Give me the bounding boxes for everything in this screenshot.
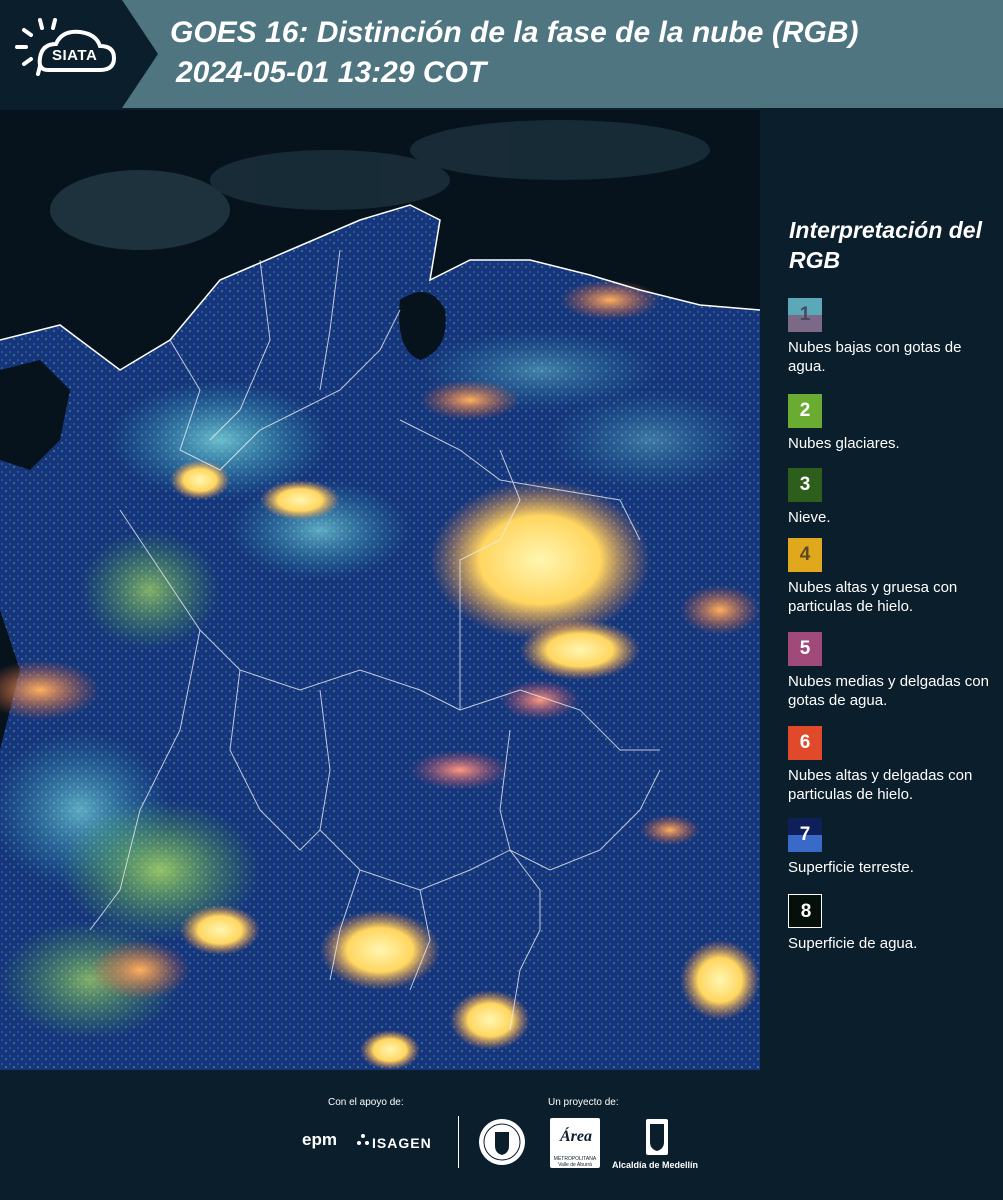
isagen-logo[interactable]: ISAGEN [372, 1135, 432, 1151]
legend-swatch-7: 7 [788, 818, 822, 852]
rgb-composite-image [0, 110, 760, 1070]
legend-item-1: 1 Nubes bajas con gotas de agua. [788, 298, 998, 376]
area-logo-subtext: METROPOLITANA Valle de Aburrá [553, 1156, 597, 1168]
footer-divider [458, 1116, 459, 1168]
legend-number: 8 [800, 901, 812, 922]
legend-swatch-3: 3 [788, 468, 822, 502]
legend-swatch-5: 5 [788, 632, 822, 666]
legend-swatch-6: 6 [788, 726, 822, 760]
legend-item-5: 5 Nubes medias y delgadas con gotas de a… [788, 632, 998, 710]
legend-item-4: 4 Nubes altas y gruesa con particulas de… [788, 538, 998, 616]
footer: Con el apoyo de: Un proyecto de: epm ISA… [0, 1070, 1003, 1200]
siata-logo[interactable]: SIATA [0, 0, 158, 108]
satellite-map[interactable] [0, 110, 760, 1070]
legend-swatch-1: 1 [788, 298, 822, 332]
alcaldia-logo-text: Alcaldía de Medellín [612, 1160, 699, 1170]
legend-number: 4 [799, 544, 811, 565]
legend-label: Superficie de agua. [788, 935, 918, 952]
area-logo-text: Área [560, 1128, 592, 1145]
legend-swatch-8: 8 [788, 894, 822, 928]
legend-label: Nieve. [788, 509, 831, 526]
legend-number: 6 [799, 732, 811, 753]
alcaldia-shield-icon[interactable] [645, 1118, 669, 1156]
legend-label: Nubes bajas con gotas de agua. [788, 339, 962, 375]
siata-logo-text: SIATA [52, 47, 98, 64]
legend-label: Superficie terreste. [788, 859, 914, 876]
legend-item-3: 3 Nieve. [788, 468, 998, 527]
legend-number: 7 [799, 824, 811, 845]
isagen-mark-icon [357, 1134, 369, 1145]
legend-panel: Interpretación del RGB 1 Nubes bajas con… [770, 110, 1003, 1070]
legend-item-7: 7 Superficie terreste. [788, 818, 998, 877]
page-title: GOES 16: Distinción de la fase de la nub… [170, 16, 859, 49]
legend-swatch-4: 4 [788, 538, 822, 572]
timestamp: 2024-05-01 13:29 COT [176, 56, 487, 89]
legend-label: Nubes glaciares. [788, 435, 900, 452]
legend-item-8: 8 Superficie de agua. [788, 894, 998, 953]
header-bar: SIATA GOES 16: Distinción de la fase de … [0, 0, 1003, 108]
gobernacion-seal-icon[interactable] [478, 1118, 526, 1166]
legend-label: Nubes altas y gruesa con particulas de h… [788, 579, 958, 615]
support-label: Con el apoyo de: [328, 1097, 404, 1108]
legend-item-6: 6 Nubes altas y delgadas con particulas … [788, 726, 998, 804]
legend-item-2: 2 Nubes glaciares. [788, 394, 998, 453]
legend-label: Nubes altas y delgadas con particulas de… [788, 767, 973, 803]
project-label: Un proyecto de: [548, 1097, 619, 1108]
legend-number: 5 [799, 638, 811, 659]
legend-number: 3 [799, 474, 811, 495]
legend-title: Interpretación del RGB [789, 217, 982, 273]
legend-label: Nubes medias y delgadas con gotas de agu… [788, 673, 989, 709]
legend-swatch-2: 2 [788, 394, 822, 428]
legend-number: 1 [799, 304, 811, 325]
epm-logo[interactable]: epm [302, 1130, 337, 1150]
legend-number: 2 [799, 400, 811, 421]
